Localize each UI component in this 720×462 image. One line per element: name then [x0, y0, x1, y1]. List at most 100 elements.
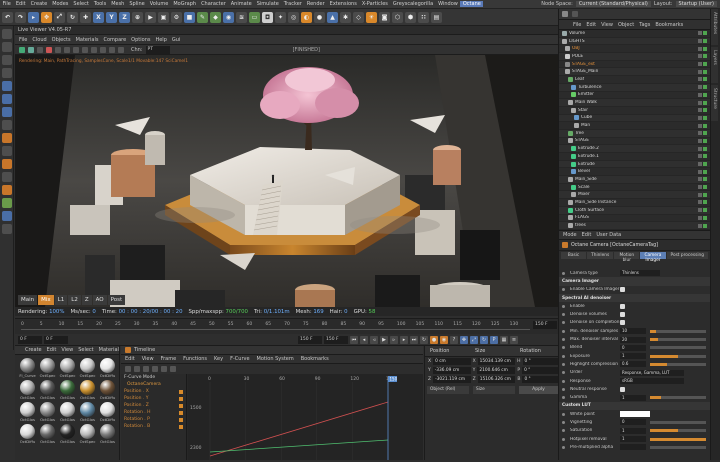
param-key-icon[interactable]: P	[490, 335, 498, 344]
enabled-check-icon[interactable]	[703, 162, 707, 167]
material-item[interactable]: OctGlos	[18, 402, 37, 422]
checkbox[interactable]	[620, 386, 625, 392]
enabled-check-icon[interactable]	[703, 177, 707, 182]
attributes-tab-basic[interactable]: Basic	[561, 252, 587, 259]
object-row[interactable]: Tree	[559, 129, 710, 138]
timeline-track[interactable]: Position . Y	[121, 395, 186, 402]
enabled-check-icon[interactable]	[703, 31, 707, 36]
object-name[interactable]: Cube	[581, 115, 698, 120]
object-visibility-toggles[interactable]	[698, 146, 707, 151]
side-tab-layers[interactable]: Layers	[711, 47, 718, 83]
animate-dot[interactable]	[562, 321, 565, 325]
apply-button[interactable]: Apply	[519, 386, 558, 394]
object-menu-object[interactable]: Object	[618, 22, 634, 28]
editor-visibility-dot[interactable]	[698, 223, 702, 228]
start-frame-field[interactable]: 0 F	[18, 335, 42, 344]
material-picker-icon[interactable]	[73, 46, 79, 53]
editor-visibility-dot[interactable]	[698, 54, 702, 59]
object-visibility-toggles[interactable]	[698, 54, 707, 59]
octane-settings-icon[interactable]: ◐	[301, 11, 312, 23]
move-tool-icon[interactable]: ✥	[41, 11, 52, 23]
octane-live-viewer-icon[interactable]: ◎	[288, 11, 299, 23]
timeline-menu-f-curve[interactable]: F-Curve	[230, 356, 249, 362]
redo-icon[interactable]: ↷	[15, 11, 26, 23]
object-name[interactable]: Mixer	[578, 192, 698, 197]
deformer-icon[interactable]: ≋	[236, 11, 247, 23]
material-item[interactable]: OctDiffu	[98, 380, 117, 400]
timeline-ruler[interactable]: 0 5 10 15 20 25 30 35 40 45 50 55 60 65 70 75 80 85 90 95 10…	[15, 318, 560, 334]
object-row[interactable]: Extrude.1	[559, 153, 710, 161]
material-menu-material[interactable]: Material	[99, 347, 119, 353]
ruler-track[interactable]: 0 5 10 15 20 25 30 35 40 45 50 55 60 65 70 75 80 85 90 95 10…	[21, 322, 530, 330]
subdivision-icon[interactable]: ◆	[210, 11, 221, 23]
workplane-icon[interactable]	[1, 68, 12, 78]
object-visibility-toggles[interactable]	[698, 100, 707, 105]
editor-visibility-dot[interactable]	[698, 162, 702, 167]
editor-visibility-dot[interactable]	[698, 192, 702, 197]
attributes-menu-mode[interactable]: Mode	[563, 232, 577, 238]
material-item[interactable]: OctGlos	[78, 380, 97, 400]
timeline-menu-view[interactable]: View	[142, 356, 154, 362]
object-visibility-toggles[interactable]	[698, 154, 707, 159]
object-visibility-toggles[interactable]	[698, 46, 707, 51]
menu-window[interactable]: Window	[436, 1, 461, 7]
goto-end-icon[interactable]: ⏭	[410, 335, 418, 344]
end-frame-field[interactable]: 150 F	[298, 335, 322, 344]
editor-visibility-dot[interactable]	[698, 208, 702, 213]
object-row[interactable]: Man	[559, 122, 710, 130]
animate-dot[interactable]	[562, 379, 565, 383]
enabled-check-icon[interactable]	[703, 223, 707, 228]
menu-extensions[interactable]: Extensions	[327, 1, 359, 7]
next-frame-icon[interactable]: ▹	[390, 335, 398, 344]
scale-key-icon[interactable]: ⤢	[470, 335, 478, 344]
object-visibility-toggles[interactable]	[698, 123, 707, 128]
value-slider[interactable]	[650, 338, 706, 342]
value-field[interactable]: 1	[620, 353, 646, 360]
material-item[interactable]: OctDiffu	[98, 358, 117, 378]
enabled-check-icon[interactable]	[703, 85, 707, 90]
scale-tool-icon[interactable]: ⤢	[54, 11, 65, 23]
object-visibility-toggles[interactable]	[698, 223, 707, 228]
object-visibility-toggles[interactable]	[698, 85, 707, 90]
live-viewer-menu-cloud[interactable]: Cloud	[32, 37, 46, 43]
value-slider[interactable]	[650, 437, 706, 441]
value-slider[interactable]	[650, 445, 706, 449]
material-item[interactable]: Fl_Curve	[18, 358, 37, 378]
material-item[interactable]: OctDiffu	[98, 402, 117, 422]
pause-render-icon[interactable]	[37, 46, 43, 53]
value-slider[interactable]	[650, 420, 706, 424]
octane-material-icon[interactable]: ●	[314, 11, 325, 23]
editor-visibility-dot[interactable]	[698, 215, 702, 220]
keyframe-marker-icon[interactable]	[179, 403, 183, 408]
object-visibility-toggles[interactable]	[698, 138, 707, 143]
menu-mograph[interactable]: MoGraph	[171, 1, 199, 7]
octane-object-icon[interactable]: ▲	[327, 11, 338, 23]
object-name[interactable]: OBJ	[572, 46, 698, 51]
menu-mesh[interactable]: Mesh	[109, 1, 127, 7]
live-viewer-menu-materials[interactable]: Materials	[76, 37, 99, 43]
menu-spline[interactable]: Spline	[127, 1, 147, 7]
material-item[interactable]: OctSpec	[38, 358, 57, 378]
animate-dot[interactable]	[562, 387, 565, 391]
y-axis-button[interactable]: Y	[106, 11, 117, 23]
object-visibility-toggles[interactable]	[698, 69, 707, 74]
material-item[interactable]: OctGlos	[38, 380, 57, 400]
material-item[interactable]: OctGlos	[38, 424, 57, 444]
object-visibility-toggles[interactable]	[698, 77, 707, 82]
enabled-check-icon[interactable]	[703, 131, 707, 136]
editor-visibility-dot[interactable]	[698, 123, 702, 128]
z-axis-button[interactable]: Z	[119, 11, 130, 23]
object-name[interactable]: Scale	[578, 185, 698, 190]
menu-simulate[interactable]: Simulate	[254, 1, 281, 7]
checkbox[interactable]	[620, 320, 625, 326]
timeline-menu-frame[interactable]: Frame	[161, 356, 177, 362]
stop-render-icon[interactable]	[46, 46, 52, 53]
menu-greyscalegorilla[interactable]: Greyscalegorilla	[390, 1, 435, 7]
object-name[interactable]: trees	[575, 223, 698, 228]
animate-dot[interactable]	[562, 412, 565, 416]
object-row[interactable]: Cloth Surface	[559, 206, 710, 215]
enabled-check-icon[interactable]	[703, 123, 707, 128]
save-image-icon[interactable]	[109, 46, 115, 53]
editor-visibility-dot[interactable]	[698, 100, 702, 105]
object-row[interactable]: STAGE_Main	[559, 68, 710, 77]
